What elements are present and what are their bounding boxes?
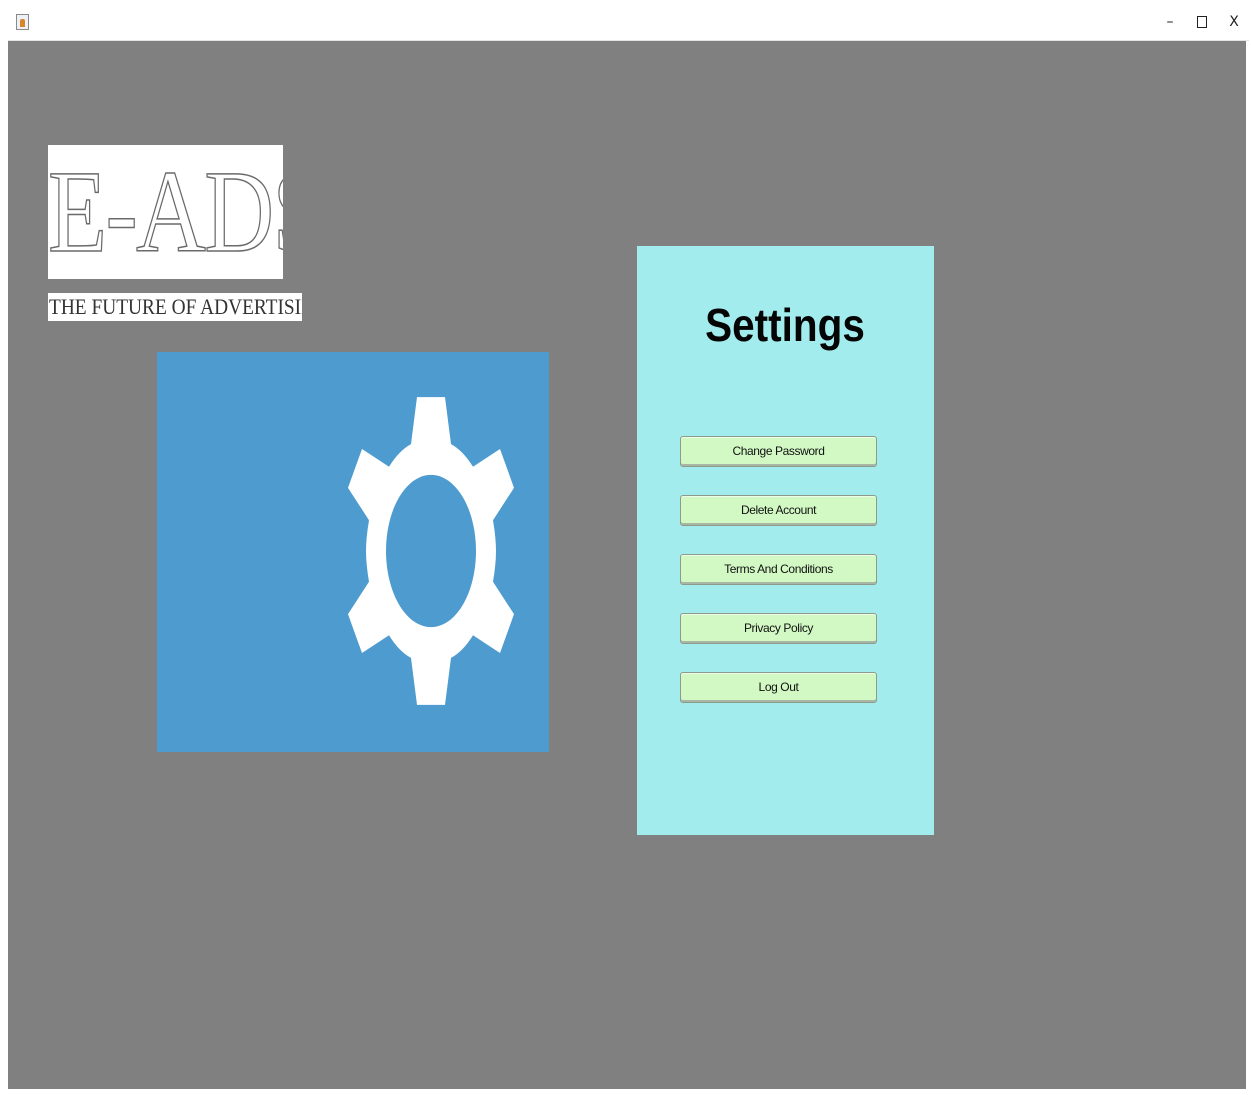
gear-icon	[348, 397, 514, 705]
delete-account-button[interactable]: Delete Account	[680, 495, 877, 526]
title-bar[interactable]: – X	[8, 4, 1249, 41]
window-bottom-edge	[0, 1089, 1251, 1095]
brand-tagline-box: THE FUTURE OF ADVERTISING	[48, 293, 302, 321]
brand-logo-text: E-ADS	[48, 146, 283, 277]
log-out-button[interactable]: Log Out	[680, 672, 877, 703]
maximize-icon	[1197, 16, 1207, 28]
brand-tagline: THE FUTURE OF ADVERTISING	[49, 294, 302, 319]
minimize-button[interactable]: –	[1156, 10, 1184, 34]
privacy-policy-button[interactable]: Privacy Policy	[680, 613, 877, 644]
main-content: E-ADS THE FUTURE OF ADVERTISING Settings…	[8, 41, 1246, 1089]
settings-title: Settings	[705, 299, 865, 351]
window-left-edge	[0, 0, 8, 1095]
maximize-button[interactable]	[1188, 10, 1216, 34]
change-password-button[interactable]: Change Password	[680, 436, 877, 467]
settings-illustration	[157, 352, 549, 752]
close-button[interactable]: X	[1220, 10, 1248, 34]
java-cup-icon	[16, 14, 29, 30]
app-window: – X E-ADS THE FUTURE OF ADVERTISING Sett…	[0, 0, 1251, 1095]
brand-logo: E-ADS	[48, 145, 283, 279]
settings-panel: Settings Change Password Delete Account …	[637, 246, 934, 835]
terms-and-conditions-button[interactable]: Terms And Conditions	[680, 554, 877, 585]
